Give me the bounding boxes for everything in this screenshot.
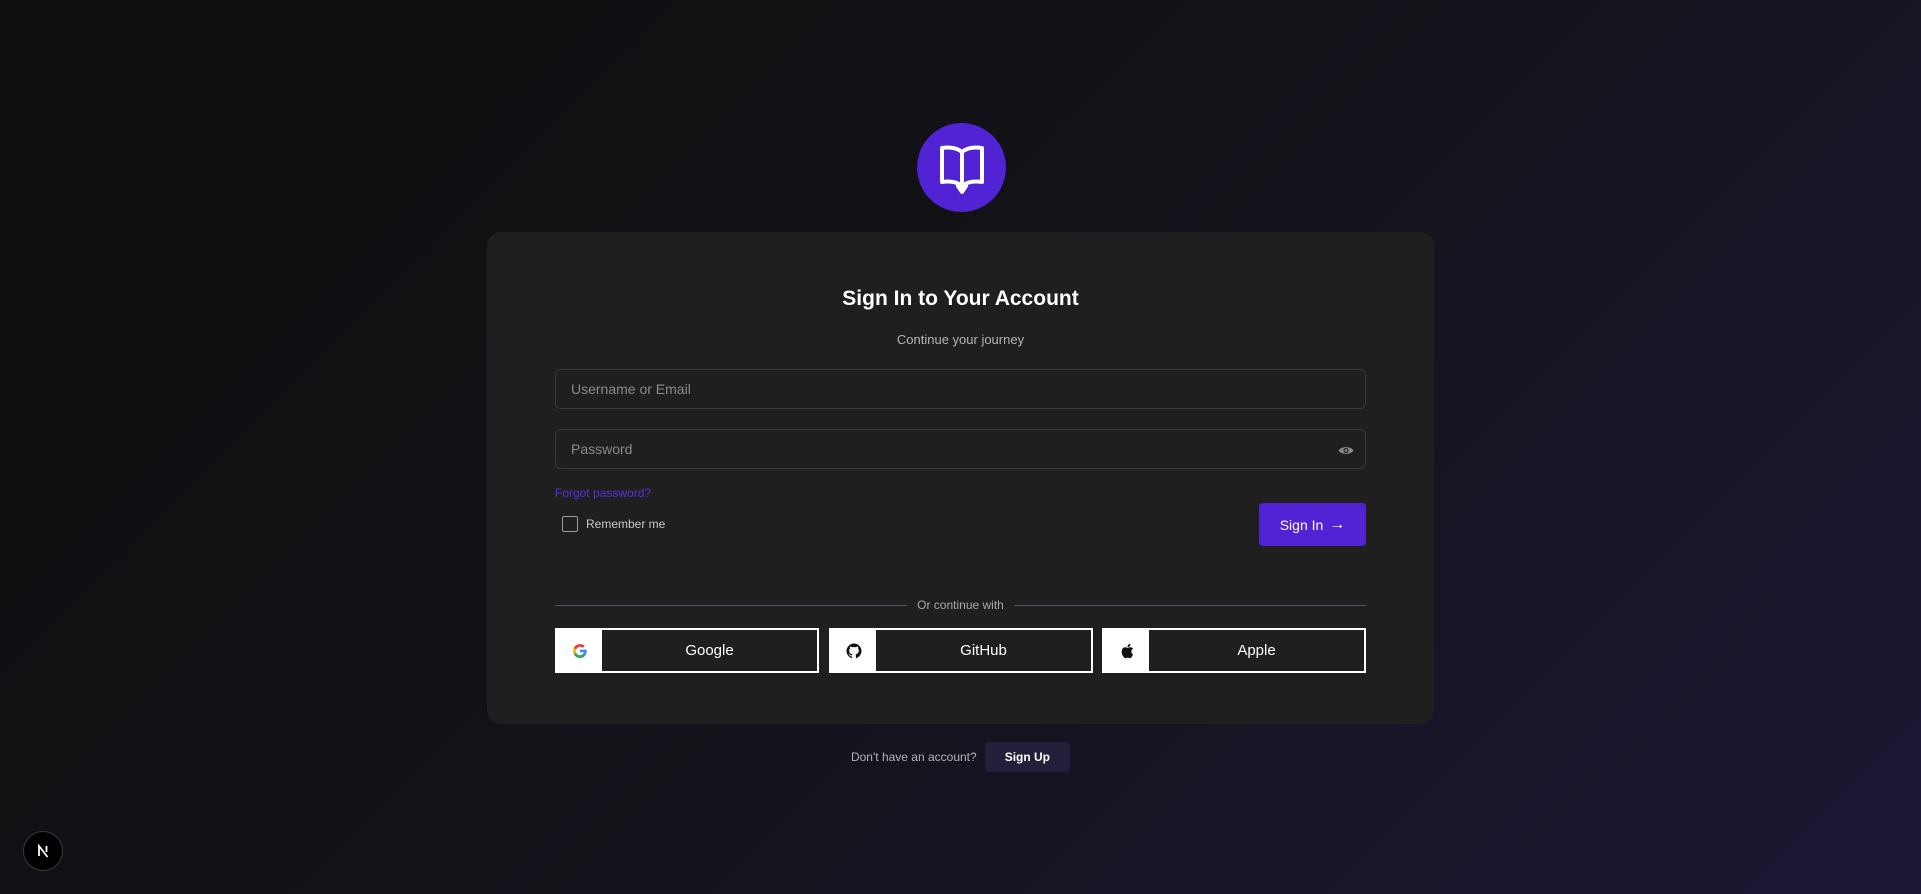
remember-label: Remember me [586,517,666,531]
username-input[interactable] [556,370,1365,408]
card-subtitle: Continue your journey [896,332,1025,347]
arrow-right-icon: → [1329,515,1346,533]
google-label: Google [685,642,734,659]
password-field[interactable] [555,429,1366,469]
remember-me[interactable]: Remember me [562,516,665,532]
dev-badge-n-icon[interactable] [23,831,63,871]
google-signin-button[interactable]: Google [555,628,819,673]
github-signin-button[interactable]: GitHub [829,628,1093,673]
signup-prompt: Don't have an account? [850,750,977,764]
divider-line-left [555,604,908,606]
username-field[interactable] [555,369,1366,409]
social-divider: Or continue with [555,598,1366,612]
signin-label: Sign In [1279,516,1324,533]
signup-footer: Don't have an account? Sign Up [0,742,1921,772]
apple-signin-button[interactable]: Apple [1102,628,1366,673]
google-icon [557,630,602,671]
forgot-password-link[interactable]: Forgot password? [555,486,651,500]
logo-badge [917,123,1006,212]
apple-label: Apple [1237,642,1276,659]
signin-button[interactable]: Sign In → [1259,503,1366,546]
password-input[interactable] [556,430,1365,468]
signin-card: Sign In to Your Account Continue your jo… [487,232,1434,724]
eye-icon[interactable] [1337,441,1355,459]
card-title: Sign In to Your Account [842,287,1079,310]
signup-button[interactable]: Sign Up [984,742,1071,772]
apple-icon [1104,630,1149,671]
remember-checkbox[interactable] [562,516,578,532]
divider-label: Or continue with [917,598,1004,612]
divider-line-right [1013,604,1366,606]
book-open-icon [939,145,984,194]
github-label: GitHub [960,642,1007,659]
github-icon [831,630,876,671]
